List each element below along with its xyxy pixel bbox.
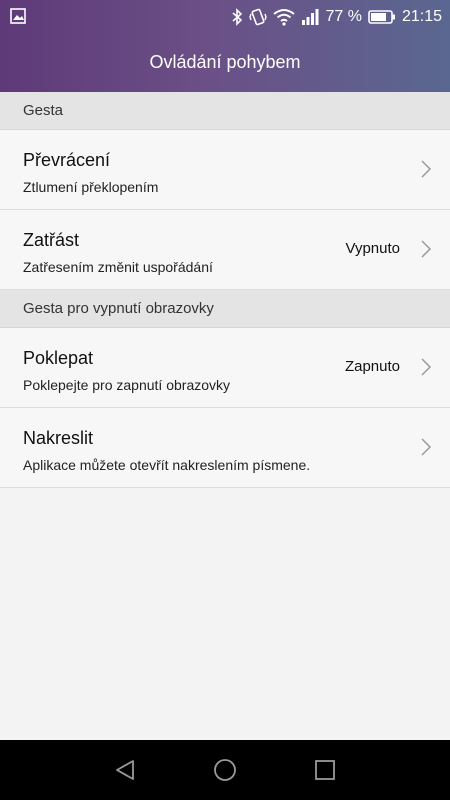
vibrate-icon [249, 8, 268, 26]
recents-icon[interactable] [313, 758, 337, 782]
chevron-right-icon [420, 159, 432, 179]
home-icon[interactable] [213, 758, 237, 782]
battery-text: 77 % [325, 8, 362, 25]
wifi-icon [273, 8, 296, 26]
settings-list: Gesta Převrácení Ztlumení překlopením Za… [0, 92, 450, 488]
signal-icon [301, 8, 319, 26]
item-subtitle: Aplikace můžete otevřít nakreslením písm… [23, 457, 311, 473]
item-value: Zapnuto [344, 358, 400, 375]
chevron-right-icon [420, 239, 432, 259]
battery-icon [368, 9, 396, 25]
app-header: 77 % 21:15 Ovládání pohybem [0, 0, 450, 92]
item-subtitle: Zatřesením změnit uspořádání [23, 259, 213, 275]
list-item-draw[interactable]: Nakreslit Aplikace můžete otevřít nakres… [0, 408, 450, 488]
page-title: Ovládání pohybem [149, 52, 301, 72]
image-icon [10, 8, 26, 24]
section-header-gestures: Gesta [0, 92, 450, 130]
list-item-double-tap[interactable]: Poklepat Poklepejte pro zapnutí obrazovk… [0, 328, 450, 408]
chevron-right-icon [420, 437, 432, 457]
item-value: Vypnuto [345, 240, 401, 257]
item-title: Převrácení [23, 150, 111, 170]
chevron-right-icon [420, 357, 432, 377]
back-icon[interactable] [113, 758, 137, 782]
status-bar: 77 % 21:15 [0, 0, 450, 34]
item-title: Nakreslit [23, 428, 94, 448]
navigation-bar [0, 740, 450, 800]
item-title: Poklepat [23, 348, 94, 368]
list-item-flip[interactable]: Převrácení Ztlumení překlopením [0, 130, 450, 210]
list-item-shake[interactable]: Zatřást Zatřesením změnit uspořádání Vyp… [0, 210, 450, 290]
item-subtitle: Ztlumení překlopením [23, 179, 159, 195]
status-time: 21:15 [401, 8, 442, 25]
bluetooth-icon [231, 8, 243, 26]
item-subtitle: Poklepejte pro zapnutí obrazovky [23, 377, 231, 393]
section-header-screen-off-gestures: Gesta pro vypnutí obrazovky [0, 290, 450, 328]
item-title: Zatřást [23, 230, 80, 250]
